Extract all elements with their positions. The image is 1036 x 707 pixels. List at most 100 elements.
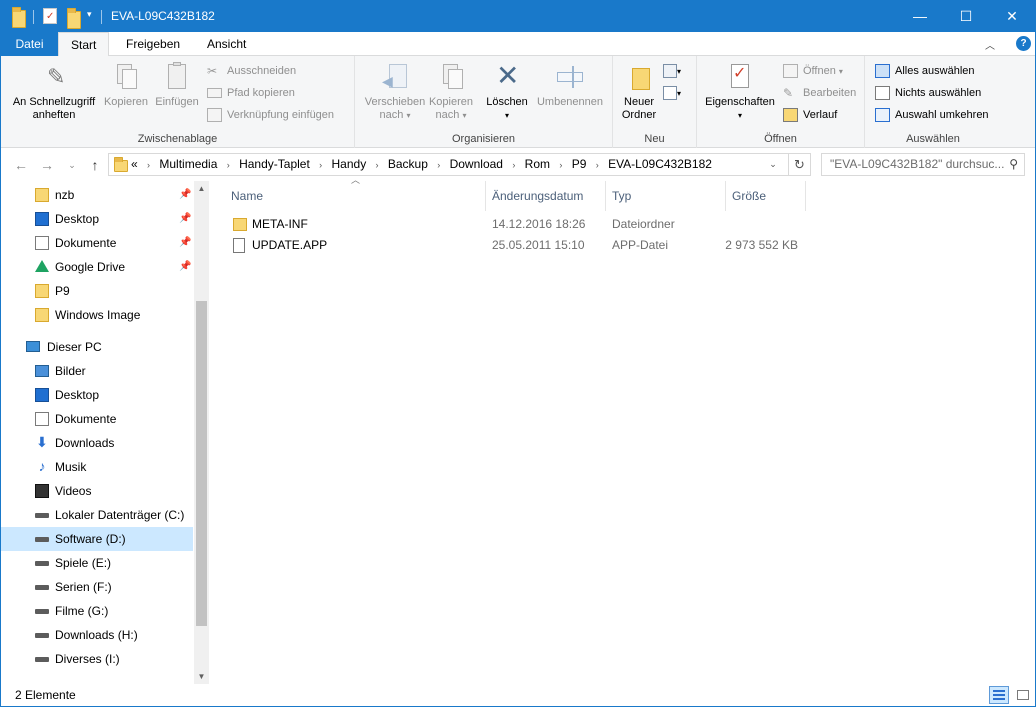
chevron-right-icon[interactable]: › — [376, 155, 379, 176]
nav-item-downloads[interactable]: ⬇ Downloads — [1, 431, 193, 455]
paste-shortcut-icon — [207, 108, 222, 122]
select-all-icon — [875, 64, 890, 78]
pin-icon[interactable]: 📌 — [179, 231, 191, 255]
history-button[interactable]: Verlauf — [783, 106, 837, 124]
maximize-button[interactable]: ☐ — [943, 1, 989, 32]
easy-access-button[interactable]: ▾ — [663, 84, 681, 102]
delete-button[interactable]: ✕ Löschen ▾ — [482, 62, 532, 122]
nav-scrollbar[interactable]: ▲ ▼ — [194, 181, 209, 684]
tab-freigeben[interactable]: Freigeben — [114, 32, 192, 56]
pin-quick-access-button[interactable]: ✎ An Schnellzugriff anheften — [6, 62, 102, 122]
chevron-right-icon[interactable]: › — [596, 155, 599, 176]
pin-icon[interactable]: 📌 — [179, 183, 191, 207]
nav-item-dieser-pc[interactable]: Dieser PC — [1, 335, 193, 359]
new-item-button[interactable]: ▾ — [663, 62, 681, 80]
paste-shortcut-button[interactable]: Verknüpfung einfügen — [207, 106, 334, 124]
tab-start[interactable]: Start — [58, 32, 110, 57]
chevron-right-icon[interactable]: › — [437, 155, 440, 176]
select-all-button[interactable]: Alles auswählen — [875, 62, 975, 80]
nav-item-drive-g[interactable]: Filme (G:) — [1, 599, 193, 623]
tab-datei[interactable]: Datei — [1, 32, 58, 56]
nav-item-bilder[interactable]: Bilder — [1, 359, 193, 383]
nav-item-drive-d[interactable]: Software (D:) — [1, 527, 193, 551]
edit-button[interactable]: ✎ Bearbeiten — [783, 84, 856, 102]
chevron-right-icon[interactable]: › — [227, 155, 230, 176]
large-icons-view-icon[interactable] — [1013, 686, 1033, 704]
breadcrumb-item[interactable]: Multimedia — [159, 157, 217, 171]
column-header-type[interactable]: Typ — [606, 181, 726, 211]
chevron-right-icon[interactable]: › — [147, 155, 150, 176]
pin-icon[interactable]: 📌 — [179, 255, 191, 279]
collapse-ribbon-icon[interactable]: ︿ — [985, 37, 997, 52]
help-icon[interactable]: ? — [1016, 36, 1031, 51]
copy-to-button[interactable]: Kopieren nach ▾ — [425, 62, 477, 122]
breadcrumb-item[interactable]: Handy-Taplet — [239, 157, 310, 171]
pin-icon[interactable]: 📌 — [179, 207, 191, 231]
nav-item-label: Downloads — [55, 436, 115, 450]
up-arrow-icon[interactable]: ↑ — [86, 156, 104, 174]
nav-item-desktop[interactable]: Desktop 📌 — [1, 207, 193, 231]
nav-item-desktop-pc[interactable]: Desktop — [1, 383, 193, 407]
new-folder-quick-icon[interactable] — [67, 8, 81, 29]
customize-quick-access-icon[interactable]: ▾ — [87, 9, 92, 27]
scroll-down-icon[interactable]: ▼ — [194, 669, 209, 684]
paste-button[interactable]: Einfügen — [152, 62, 202, 109]
details-view-icon[interactable] — [989, 686, 1009, 704]
chevron-right-icon[interactable]: › — [559, 155, 562, 176]
column-header-name[interactable]: Name — [225, 181, 486, 211]
file-row[interactable]: META-INF 14.12.2016 18:26 Dateiordner — [225, 214, 805, 235]
breadcrumb-item[interactable]: Handy — [332, 157, 367, 171]
scrollbar-thumb[interactable] — [196, 301, 207, 626]
recent-locations-icon[interactable]: ⌄ — [63, 156, 81, 174]
properties-button[interactable]: ✓ Eigenschaften ▾ — [701, 62, 779, 122]
chevron-right-icon[interactable]: › — [319, 155, 322, 176]
close-button[interactable]: ✕ — [989, 1, 1035, 32]
nav-item-drive-f[interactable]: Serien (F:) — [1, 575, 193, 599]
open-button[interactable]: Öffnen ▾ — [783, 62, 843, 80]
nav-item-drive-i[interactable]: Diverses (I:) — [1, 647, 193, 671]
select-none-button[interactable]: Nichts auswählen — [875, 84, 981, 102]
chevron-right-icon[interactable]: › — [512, 155, 515, 176]
nav-item-drive-h[interactable]: Downloads (H:) — [1, 623, 193, 647]
breadcrumb-overflow[interactable]: « — [131, 157, 138, 171]
explorer-window: ✓ ▾ EVA-L09C432B182 — ☐ ✕ Datei Start Fr… — [0, 0, 1036, 707]
breadcrumb-item[interactable]: EVA-L09C432B182 — [608, 157, 712, 171]
copy-button[interactable]: Kopieren — [102, 62, 150, 109]
drive-icon — [35, 633, 49, 638]
breadcrumb-item[interactable]: Rom — [525, 157, 550, 171]
nav-item-drive-c[interactable]: Lokaler Datenträger (C:) — [1, 503, 193, 527]
nav-item-dokumente[interactable]: Dokumente 📌 — [1, 231, 193, 255]
breadcrumb-item[interactable]: P9 — [572, 157, 587, 171]
new-folder-button[interactable]: Neuer Ordner — [617, 62, 661, 122]
properties-icon: ✓ — [725, 62, 755, 92]
nav-item-videos[interactable]: Videos — [1, 479, 193, 503]
nav-item-dokumente-pc[interactable]: Dokumente — [1, 407, 193, 431]
move-to-button[interactable]: ◀ Verschieben nach ▾ — [359, 62, 431, 122]
minimize-button[interactable]: — — [897, 1, 943, 32]
nav-item-drive-e[interactable]: Spiele (E:) — [1, 551, 193, 575]
column-header-size[interactable]: Größe — [726, 181, 806, 211]
nav-item-p9[interactable]: P9 — [1, 279, 193, 303]
nav-item-windows-image[interactable]: Windows Image — [1, 303, 193, 327]
breadcrumb-item[interactable]: Backup — [388, 157, 428, 171]
nav-item-google-drive[interactable]: Google Drive 📌 — [1, 255, 193, 279]
refresh-icon[interactable]: ↻ — [788, 154, 810, 175]
chevron-down-icon[interactable]: ⌄ — [764, 154, 782, 175]
nav-item-nzb[interactable]: nzb 📌 — [1, 183, 193, 207]
cut-button[interactable]: ✂ Ausschneiden — [207, 62, 296, 80]
group-oeffnen: ✓ Eigenschaften ▾ Öffnen ▾ ✎ Bearbeiten … — [697, 56, 865, 148]
tab-ansicht[interactable]: Ansicht — [195, 32, 258, 56]
properties-quick-icon[interactable]: ✓ — [43, 8, 57, 24]
rename-button[interactable]: Umbenennen — [533, 62, 607, 109]
column-header-date[interactable]: Änderungsdatum — [486, 181, 606, 211]
scroll-up-icon[interactable]: ▲ — [194, 181, 209, 196]
nav-item-musik[interactable]: ♪ Musik — [1, 455, 193, 479]
file-row[interactable]: UPDATE.APP 25.05.2011 15:10 APP-Datei 2 … — [225, 235, 805, 256]
copy-path-button[interactable]: Pfad kopieren — [207, 84, 295, 102]
address-bar[interactable]: « › Multimedia › Handy-Taplet › Handy › … — [108, 153, 811, 176]
breadcrumb-item[interactable]: Download — [450, 157, 503, 171]
back-arrow-icon[interactable]: ← — [12, 156, 30, 174]
forward-arrow-icon[interactable]: → — [38, 156, 56, 174]
invert-selection-button[interactable]: Auswahl umkehren — [875, 106, 989, 124]
search-input[interactable]: "EVA-L09C432B182" durchsuc... ⚲ — [821, 153, 1025, 176]
